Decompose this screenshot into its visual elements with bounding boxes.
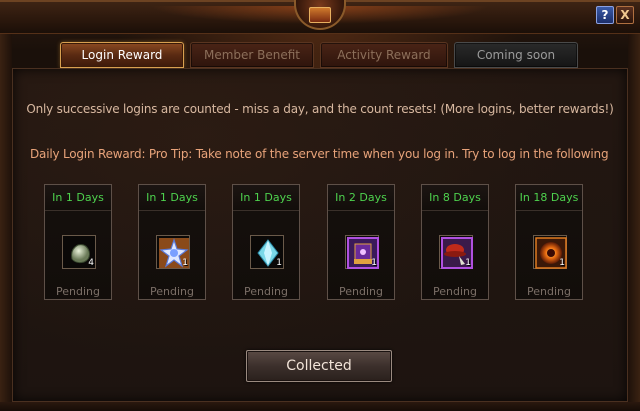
tab-activity-reward[interactable]: Activity Reward (320, 42, 448, 68)
help-button[interactable]: ? (596, 6, 614, 24)
reward-days-label: In 18 Days (516, 185, 582, 211)
reward-card-4: In 2 Days 1 Pending (327, 184, 395, 300)
reward-item-slot[interactable]: 4 (62, 235, 96, 269)
reward-days-label: In 1 Days (233, 185, 299, 211)
reward-item-slot[interactable]: 1 (439, 235, 473, 269)
reward-status: Pending (244, 285, 288, 298)
reward-status: Pending (339, 285, 383, 298)
login-reward-window: ? X Login Reward Member Benefit Activity… (0, 0, 640, 411)
reward-card-6: In 18 Days 1 Pending (515, 184, 583, 300)
reward-qty: 4 (88, 258, 94, 268)
reward-qty: 1 (182, 258, 188, 268)
reward-days-label: In 1 Days (139, 185, 205, 211)
tab-login-reward[interactable]: Login Reward (60, 42, 184, 68)
frame-left-border (0, 34, 12, 411)
daily-tip-text: Daily Login Reward: Pro Tip: Take note o… (30, 147, 609, 161)
reward-days-label: In 8 Days (422, 185, 488, 211)
reward-card-2: In 1 Days 1 Pending (138, 184, 206, 300)
reward-item-slot[interactable]: 1 (156, 235, 190, 269)
reward-status: Pending (433, 285, 477, 298)
reward-days-label: In 1 Days (45, 185, 111, 211)
reward-card-1: In 1 Days 4 Pending (44, 184, 112, 300)
reward-status: Pending (56, 285, 100, 298)
login-notice-text: Only successive logins are counted - mis… (26, 102, 614, 116)
reward-item-slot[interactable]: 1 (345, 235, 379, 269)
tab-coming-soon: Coming soon (454, 42, 578, 68)
reward-status: Pending (527, 285, 571, 298)
reward-item-slot[interactable]: 1 (533, 235, 567, 269)
reward-status: Pending (150, 285, 194, 298)
reward-qty: 1 (276, 258, 282, 268)
collected-button[interactable]: Collected (246, 350, 392, 382)
reward-card-5: In 8 Days 1 Pending (421, 184, 489, 300)
tab-member-benefit[interactable]: Member Benefit (190, 42, 314, 68)
frame-right-border (628, 34, 640, 411)
frame-bottom-border (0, 402, 640, 411)
tab-bar: Login Reward Member Benefit Activity Rew… (60, 42, 578, 68)
reward-qty: 1 (371, 258, 377, 268)
reward-days-label: In 2 Days (328, 185, 394, 211)
reward-card-3: In 1 Days 1 Pending (232, 184, 300, 300)
reward-item-slot[interactable]: 1 (250, 235, 284, 269)
reward-qty: 1 (465, 258, 471, 268)
close-button[interactable]: X (616, 6, 634, 24)
reward-qty: 1 (559, 258, 565, 268)
